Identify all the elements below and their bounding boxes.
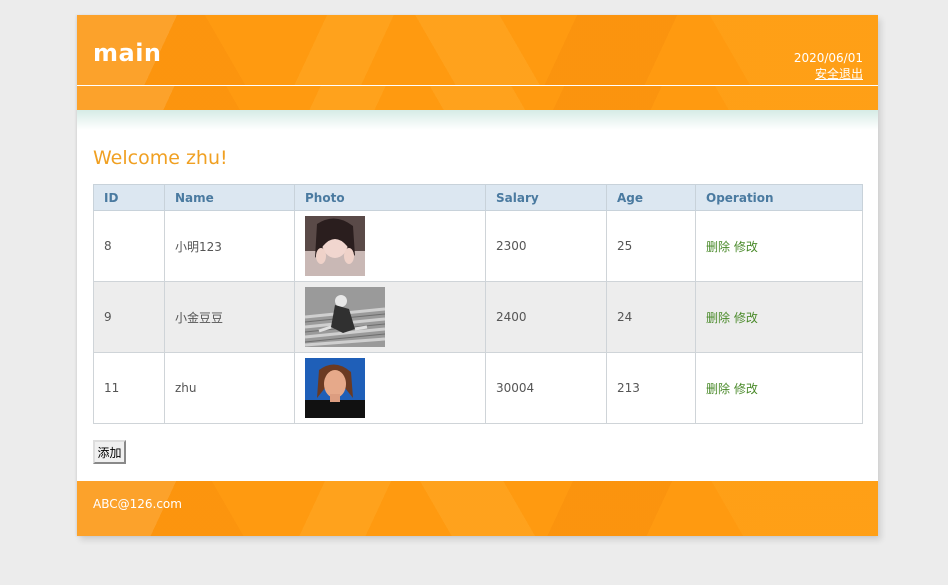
cell-name: 小金豆豆 — [164, 281, 295, 353]
table-row: 8 小明123 2300 25 删除 修改 — [93, 210, 863, 282]
column-header-name: Name — [164, 184, 295, 211]
edit-link[interactable]: 修改 — [734, 240, 758, 254]
footer: ABC@126.com — [77, 481, 878, 536]
cell-age: 213 — [606, 352, 696, 424]
column-header-photo: Photo — [294, 184, 486, 211]
cell-age: 25 — [606, 210, 696, 282]
delete-link[interactable]: 删除 — [706, 311, 730, 325]
cell-operation: 删除 修改 — [695, 281, 863, 353]
edit-link[interactable]: 修改 — [734, 311, 758, 325]
employee-photo — [305, 358, 365, 418]
add-button[interactable]: 添加 — [93, 440, 126, 464]
column-header-operation: Operation — [695, 184, 863, 211]
cell-id: 8 — [93, 210, 165, 282]
table-row: 9 小金豆豆 2400 24 删除 修改 — [93, 281, 863, 353]
cell-age: 24 — [606, 281, 696, 353]
employee-table: ID Name Photo Salary Age Operation 8 小明1… — [93, 184, 863, 424]
footer-email: ABC@126.com — [93, 497, 182, 511]
column-header-id: ID — [93, 184, 165, 211]
cell-name: 小明123 — [164, 210, 295, 282]
cell-name: zhu — [164, 352, 295, 424]
table-header-row: ID Name Photo Salary Age Operation — [93, 184, 863, 211]
header: main 2020/06/01 安全退出 — [77, 15, 878, 85]
cell-photo — [294, 210, 486, 282]
header-info: 2020/06/01 安全退出 — [794, 50, 863, 82]
employee-photo — [305, 287, 385, 347]
nav-bar — [77, 86, 878, 110]
delete-link[interactable]: 删除 — [706, 382, 730, 396]
cell-id: 11 — [93, 352, 165, 424]
edit-link[interactable]: 修改 — [734, 382, 758, 396]
site-logo: main — [93, 39, 162, 67]
table-row: 11 zhu 30004 213 删除 修改 — [93, 352, 863, 424]
page-container: main 2020/06/01 安全退出 Welcome zhu! ID Nam… — [77, 15, 878, 536]
cell-salary: 2400 — [485, 281, 607, 353]
welcome-heading: Welcome zhu! — [93, 147, 228, 169]
cell-photo — [294, 281, 486, 353]
logout-link[interactable]: 安全退出 — [794, 66, 863, 82]
column-header-salary: Salary — [485, 184, 607, 211]
cell-salary: 30004 — [485, 352, 607, 424]
cell-id: 9 — [93, 281, 165, 353]
cell-operation: 删除 修改 — [695, 352, 863, 424]
nav-divider — [77, 110, 878, 130]
employee-photo — [305, 216, 365, 276]
cell-operation: 删除 修改 — [695, 210, 863, 282]
cell-salary: 2300 — [485, 210, 607, 282]
current-date: 2020/06/01 — [793, 51, 863, 65]
cell-photo — [294, 352, 486, 424]
column-header-age: Age — [606, 184, 696, 211]
delete-link[interactable]: 删除 — [706, 240, 730, 254]
